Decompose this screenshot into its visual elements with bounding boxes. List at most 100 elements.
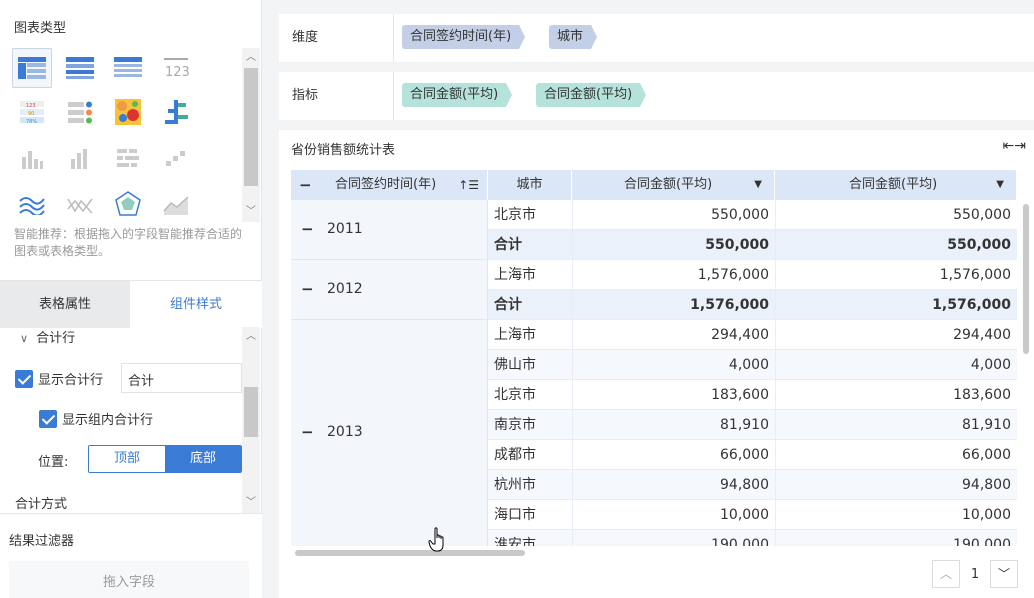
scroll-down-icon[interactable]: ﹀ xyxy=(245,497,257,509)
table-row[interactable]: 南京市 81,910 81,910 xyxy=(488,410,1017,440)
year-label: 2013 xyxy=(327,424,363,440)
total-row-header: 合计行 xyxy=(36,331,76,346)
header-amount-2[interactable]: 合同金额(平均) ▼ xyxy=(775,170,1017,200)
city-cell: 杭州市 xyxy=(494,477,536,493)
header-year[interactable]: − 合同签约时间(年) ↑☰ xyxy=(291,170,488,200)
chart-type-scrollbar[interactable]: ︿ ﹀ xyxy=(242,48,260,222)
amount-cell: 94,800 xyxy=(775,470,1017,500)
table-row[interactable]: 淮安市 190,000 190,000 xyxy=(488,530,1017,546)
tab-component-style[interactable]: 组件样式 xyxy=(130,281,262,328)
show-total-checkbox[interactable] xyxy=(15,369,33,388)
scrollbar-thumb[interactable] xyxy=(295,550,525,556)
total-label-input[interactable]: 合计 xyxy=(121,363,242,393)
table-row[interactable]: 成都市 66,000 66,000 xyxy=(488,440,1017,470)
show-total-label: 显示合计行 xyxy=(38,373,104,388)
table-row[interactable]: 上海市 1,576,000 1,576,000 xyxy=(488,260,1017,290)
range-line-icon[interactable] xyxy=(60,184,100,224)
subtotal-row[interactable]: 合计 1,576,000 1,576,000 xyxy=(488,290,1017,320)
table-row[interactable]: 北京市 550,000 550,000 xyxy=(488,200,1017,230)
show-group-total-checkbox[interactable] xyxy=(39,409,57,428)
header-amount-1[interactable]: 合同金额(平均) ▼ xyxy=(572,170,775,200)
dropdown-triangle-icon[interactable]: ▼ xyxy=(754,170,762,200)
amount-cell: 10,000 xyxy=(775,500,1017,530)
bar-chart-icon[interactable] xyxy=(12,138,52,178)
smart-recommend-tip: 智能推荐：根据拖入的字段智能推荐合适的图表或表格类型。 xyxy=(14,227,243,258)
scrollbar-thumb[interactable] xyxy=(1023,204,1029,354)
table-icon[interactable] xyxy=(12,48,52,88)
header-city[interactable]: 城市 xyxy=(488,170,572,200)
amount-cell: 550,000 xyxy=(775,230,1017,260)
next-page-button[interactable]: ﹀ xyxy=(990,560,1018,588)
scrollbar-thumb[interactable] xyxy=(244,387,258,437)
fit-width-icon[interactable]: ⇤⇥ xyxy=(1003,138,1026,154)
year-group-cell[interactable]: −2011 xyxy=(291,200,488,260)
city-cell: 北京市 xyxy=(494,207,536,223)
heatmap-icon[interactable] xyxy=(108,92,148,132)
dimension-pill-city[interactable]: 城市 xyxy=(549,25,598,49)
amount-cell: 550,000 xyxy=(775,200,1017,230)
city-cell: 佛山市 xyxy=(494,357,536,373)
column-chart-icon[interactable] xyxy=(60,138,100,178)
collapse-icon[interactable]: − xyxy=(301,220,314,238)
position-top-button[interactable]: 顶部 xyxy=(89,446,165,472)
result-filter-title: 结果过滤器 xyxy=(9,534,75,549)
area-chart-icon[interactable] xyxy=(156,184,196,224)
position-bottom-button[interactable]: 底部 xyxy=(165,446,241,472)
scroll-up-icon[interactable]: ︿ xyxy=(245,52,257,64)
measure-pill-2[interactable]: 合同金额(平均) xyxy=(536,83,647,107)
amount-cell: 1,576,000 xyxy=(775,290,1017,320)
kpi-number-icon[interactable]: 123 xyxy=(156,48,196,88)
line-chart-icon[interactable] xyxy=(12,184,52,224)
year-group-cell[interactable]: −2012 xyxy=(291,260,488,320)
dropdown-triangle-icon[interactable]: ▼ xyxy=(996,170,1004,200)
city-cell: 淮安市 xyxy=(494,537,536,546)
amount-cell: 1,576,000 xyxy=(775,260,1017,290)
scroll-up-icon[interactable]: ︿ xyxy=(245,331,257,343)
radar-icon[interactable] xyxy=(108,184,148,224)
city-cell: 合计 xyxy=(494,297,522,313)
amount-cell: 66,000 xyxy=(775,440,1017,470)
collapse-icon[interactable]: − xyxy=(301,423,314,441)
amount-cell: 183,600 xyxy=(572,380,775,410)
drop-field-area[interactable]: 拖入字段 xyxy=(9,561,249,598)
scroll-down-icon[interactable]: ﹀ xyxy=(245,206,257,218)
city-cell: 北京市 xyxy=(494,387,536,403)
properties-scrollbar[interactable]: ︿ ﹀ xyxy=(242,327,260,513)
scatter-bar-icon[interactable] xyxy=(156,138,196,178)
total-row-section[interactable]: ∨ 合计行 xyxy=(20,327,75,346)
dimension-pill-year[interactable]: 合同签约时间(年) xyxy=(402,25,526,49)
detail-table-icon[interactable] xyxy=(108,48,148,88)
collapse-icon[interactable]: − xyxy=(301,280,314,298)
svg-text:123: 123 xyxy=(26,103,36,109)
subtotal-row[interactable]: 合计 550,000 550,000 xyxy=(488,230,1017,260)
amount-cell: 81,910 xyxy=(572,410,775,440)
amount-cell: 1,576,000 xyxy=(572,260,775,290)
prev-page-button[interactable]: ︿ xyxy=(932,560,960,588)
table-row[interactable]: 北京市 183,600 183,600 xyxy=(488,380,1017,410)
amount-cell: 66,000 xyxy=(572,440,775,470)
tab-table-properties[interactable]: 表格属性 xyxy=(0,281,130,328)
amount-cell: 190,000 xyxy=(572,530,775,546)
year-group-cell[interactable]: −2013 xyxy=(291,320,488,546)
table-row[interactable]: 杭州市 94,800 94,800 xyxy=(488,470,1017,500)
table-vertical-scrollbar[interactable] xyxy=(1020,200,1030,546)
result-filter-section: 结果过滤器 拖入字段 xyxy=(0,513,262,598)
table-row[interactable]: 佛山市 4,000 4,000 xyxy=(488,350,1017,380)
pivot-table: − 合同签约时间(年) ↑☰ 城市 合同金额(平均) ▼ 合同金额(平均) ▼ … xyxy=(291,170,1017,546)
collapse-icon[interactable]: − xyxy=(299,170,312,200)
svg-text:78%: 78% xyxy=(26,119,37,124)
scrollbar-thumb[interactable] xyxy=(244,68,258,186)
colored-table-icon[interactable] xyxy=(60,92,100,132)
dimension-label: 维度 xyxy=(292,30,319,45)
drag-handle-icon[interactable]: ⋮ xyxy=(1,327,11,328)
kpi-card-icon[interactable]: 123 90 78% xyxy=(12,92,52,132)
amount-cell: 294,400 xyxy=(572,320,775,350)
measure-pill-1[interactable]: 合同金额(平均) xyxy=(402,83,513,107)
crosstab-icon[interactable] xyxy=(60,48,100,88)
table-row[interactable]: 海口市 10,000 10,000 xyxy=(488,500,1017,530)
sort-icon[interactable]: ↑☰ xyxy=(458,170,479,200)
tree-bar-icon[interactable] xyxy=(156,92,196,132)
left-panel: 图表类型 123 123 90 78% ︿ ﹀ 智能推荐：根据拖入的字段智能推荐… xyxy=(0,0,262,598)
stacked-bar-icon[interactable] xyxy=(108,138,148,178)
table-row[interactable]: 上海市 294,400 294,400 xyxy=(488,320,1017,350)
